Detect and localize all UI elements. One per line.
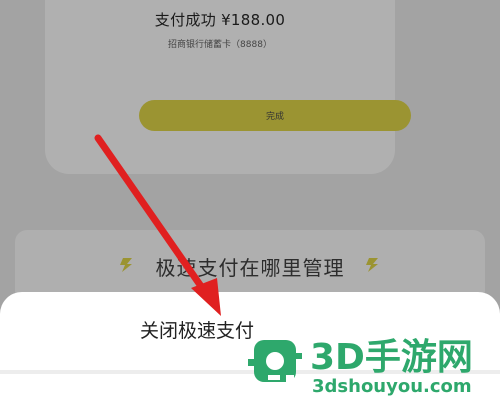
brand-logo-icon — [248, 340, 302, 383]
site-watermark: 3D手游网 3dshouyou.com — [246, 333, 498, 400]
app-screen: 支付成功 ¥188.00 招商银行储蓄卡（8888） 完成 极速支付在哪里管理 … — [0, 0, 500, 400]
watermark-brand: 3D手游网 — [310, 337, 473, 378]
watermark-url: 3dshouyou.com — [312, 376, 472, 397]
